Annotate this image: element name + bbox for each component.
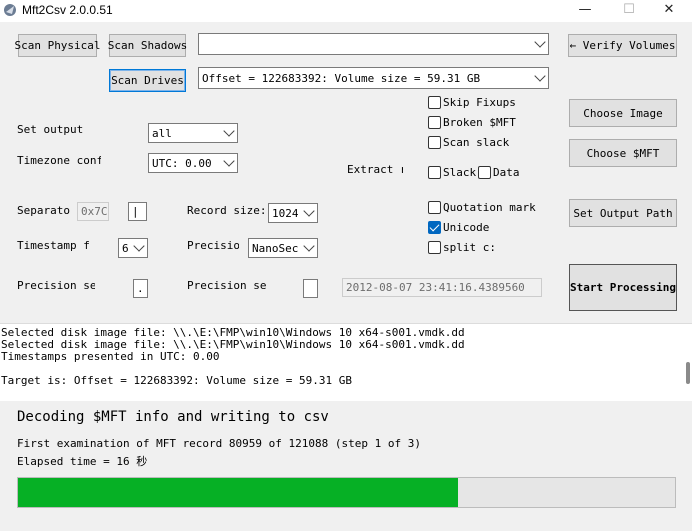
precision-separator-input[interactable]: . (133, 279, 148, 298)
quotation-mark-label: Quotation mark (443, 202, 536, 213)
log-line: Timestamps presented in UTC: 0.00 (1, 350, 220, 363)
timestamp-format-value: 6 (122, 241, 129, 255)
minimize-button[interactable]: — (562, 0, 608, 22)
slack-label: Slack (443, 167, 477, 178)
slack-checkbox[interactable] (428, 166, 441, 179)
verify-volumes-button[interactable]: ← Verify Volumes (568, 34, 677, 57)
quotation-mark-checkbox[interactable] (428, 201, 441, 214)
set-output-format-label: Set output format: (17, 124, 89, 136)
data-label: Data (493, 167, 520, 178)
broken-mft-label: Broken $MFT (443, 117, 516, 128)
precision-combo[interactable]: NanoSec (248, 238, 318, 258)
separator-label: Separator (17, 205, 71, 216)
output-format-value: all (152, 126, 172, 140)
chevron-down-icon (223, 125, 235, 137)
choose-image-button[interactable]: Choose Image (569, 99, 677, 127)
separator-hex-field: 0x7C (77, 202, 109, 221)
chevron-down-icon (303, 240, 315, 252)
chevron-down-icon (534, 36, 546, 48)
scan-slack-checkbox[interactable] (428, 136, 441, 149)
start-processing-button[interactable]: Start Processing (569, 264, 677, 311)
choose-mft-button[interactable]: Choose $MFT (569, 139, 677, 167)
unicode-label: Unicode (443, 222, 490, 233)
chevron-down-icon (534, 70, 546, 82)
progress-bar-fill (18, 478, 459, 507)
record-size-label: Record size: (187, 205, 267, 216)
chevron-down-icon (133, 240, 145, 252)
timezone-value: UTC: 0.00 (152, 156, 212, 170)
extract-resident-label: Extract resident: (347, 164, 403, 176)
precision-label: Precision (187, 240, 239, 251)
timezone-combo[interactable]: UTC: 0.00 (148, 153, 238, 173)
example-timestamp-field: 2012-08-07 23:41:16.4389560 (342, 278, 542, 297)
close-button[interactable]: ✕ (646, 0, 692, 22)
unicode-checkbox[interactable] (428, 221, 441, 234)
record-size-value: 1024 (272, 206, 299, 220)
status-heading: Decoding $MFT info and writing to csv (17, 409, 329, 425)
timestamp-format-combo[interactable]: 6 (118, 238, 148, 258)
volume-combo-value: Offset = 122683392: Volume size = 59.31 … (202, 71, 481, 85)
status-progress-text: First examination of MFT record 80959 of… (17, 437, 421, 450)
timestamp-format-label: Timestamp format: (17, 240, 89, 252)
scan-physical-button[interactable]: Scan Physical (14, 34, 101, 57)
set-output-path-button[interactable]: Set Output Path (569, 199, 677, 227)
split-c-label: split c: (443, 242, 496, 253)
progress-bar (17, 477, 676, 508)
precision-separator2-input[interactable] (303, 279, 318, 298)
record-size-combo[interactable]: 1024 (268, 203, 318, 223)
volume-combo[interactable]: Offset = 122683392: Volume size = 59.31 … (198, 67, 549, 89)
output-format-combo[interactable]: all (148, 123, 238, 143)
separator-char-input[interactable]: | (128, 202, 147, 221)
app-icon (4, 4, 16, 16)
shadows-combo[interactable] (198, 33, 549, 55)
chevron-down-icon (303, 205, 315, 217)
elapsed-time-text: Elapsed time = 16 秒 (17, 455, 148, 468)
skip-fixups-label: Skip Fixups (443, 97, 516, 108)
skip-fixups-checkbox[interactable] (428, 96, 441, 109)
data-checkbox[interactable] (478, 166, 491, 179)
chevron-down-icon (223, 155, 235, 167)
log-scrollbar-thumb[interactable] (686, 362, 690, 384)
scan-slack-label: Scan slack (443, 137, 510, 148)
timezone-label: Timezone configuration: (17, 155, 101, 167)
split-c-checkbox[interactable] (428, 241, 441, 254)
scan-shadows-button[interactable]: Scan Shadows (108, 34, 187, 57)
precision-separator2-label: Precision separator2: (187, 280, 267, 292)
log-line: Target is: Offset = 122683392: Volume si… (1, 374, 352, 387)
precision-value: NanoSec (252, 241, 299, 255)
window-title: Mft2Csv 2.0.0.51 (22, 3, 113, 17)
broken-mft-checkbox[interactable] (428, 116, 441, 129)
scan-drives-button[interactable]: Scan Drives (109, 69, 186, 92)
log-output[interactable]: Selected disk image file: \\.\E:\FMP\win… (0, 323, 692, 401)
precision-separator-label: Precision separator: (17, 280, 95, 292)
